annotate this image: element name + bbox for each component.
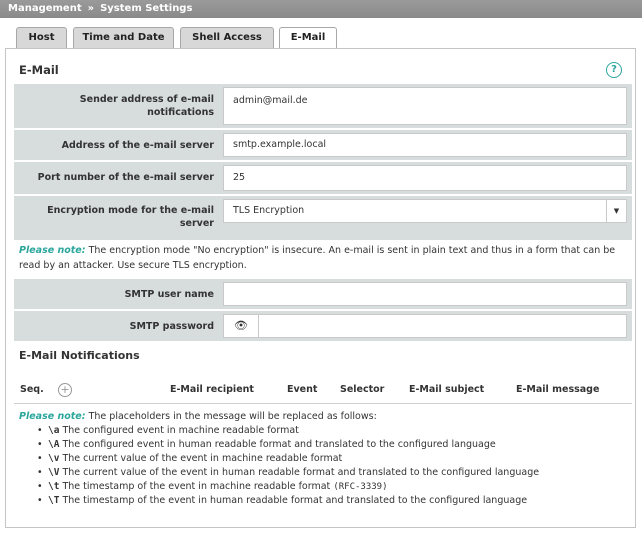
tab-email[interactable]: E-Mail — [279, 27, 337, 50]
breadcrumb: Management » System Settings — [0, 0, 642, 18]
smtp-user-input[interactable] — [223, 282, 627, 306]
port-label: Port number of the e-mail server — [37, 172, 214, 183]
sender-address-row: Sender address of e-mail notifications a… — [14, 84, 632, 128]
question-circle-icon[interactable]: ? — [606, 62, 622, 78]
placeholder-note: Please note: The placeholders in the mes… — [19, 411, 377, 422]
placeholder-list: \a The configured event in machine reada… — [37, 424, 539, 508]
note-prefix: Please note: — [19, 245, 86, 256]
server-address-label: Address of the e-mail server — [61, 140, 214, 151]
sender-address-label: Sender address of e-mail notifications — [79, 94, 214, 118]
column-selector: Selector — [340, 384, 385, 395]
tab-host[interactable]: Host — [16, 27, 67, 49]
list-item: \v The current value of the event in mac… — [37, 452, 539, 466]
server-address-row: Address of the e-mail server smtp.exampl… — [14, 130, 632, 160]
column-recipient: E-Mail recipient — [170, 384, 254, 395]
smtp-password-input[interactable] — [258, 314, 627, 338]
smtp-user-row: SMTP user name — [14, 279, 632, 309]
breadcrumb-parent[interactable]: Management — [8, 3, 82, 14]
table-header-divider — [14, 403, 632, 404]
encryption-row: Encryption mode for the e-mail server TL… — [14, 196, 632, 240]
list-item: \A The configured event in human readabl… — [37, 438, 539, 452]
tab-shell-access[interactable]: Shell Access — [180, 27, 274, 49]
server-address-input[interactable]: smtp.example.local — [223, 133, 627, 157]
smtp-password-row: SMTP password 👁 — [14, 311, 632, 341]
note-prefix: Please note: — [19, 411, 86, 422]
encryption-label: Encryption mode for the e-mail server — [47, 205, 214, 229]
chevron-down-icon[interactable]: ▼ — [606, 200, 626, 222]
eye-icon[interactable]: 👁 — [223, 314, 259, 338]
encryption-note: Please note: The encryption mode "No enc… — [19, 245, 616, 271]
column-event: Event — [287, 384, 318, 395]
encryption-selected-value: TLS Encryption — [233, 205, 305, 216]
port-row: Port number of the e-mail server 25 — [14, 162, 632, 194]
section-title: E-Mail — [19, 63, 59, 77]
notifications-title: E-Mail Notifications — [19, 349, 140, 362]
port-input[interactable]: 25 — [223, 165, 627, 191]
encryption-select[interactable]: TLS Encryption ▼ — [223, 199, 627, 223]
column-subject: E-Mail subject — [409, 384, 485, 395]
breadcrumb-separator: » — [87, 3, 95, 14]
smtp-password-label: SMTP password — [129, 321, 214, 332]
breadcrumb-current: System Settings — [100, 3, 193, 14]
tab-time-and-date[interactable]: Time and Date — [73, 27, 174, 49]
list-item: \V The current value of the event in hum… — [37, 466, 539, 480]
list-item: \T The timestamp of the event in human r… — [37, 494, 539, 508]
column-message: E-Mail message — [516, 384, 600, 395]
column-seq: Seq. — [20, 384, 44, 395]
sender-address-input[interactable]: admin@mail.de — [223, 87, 627, 125]
smtp-user-label: SMTP user name — [124, 289, 214, 300]
list-item: \t The timestamp of the event in machine… — [37, 480, 539, 494]
add-icon[interactable]: + — [58, 383, 72, 397]
list-item: \a The configured event in machine reada… — [37, 424, 539, 438]
